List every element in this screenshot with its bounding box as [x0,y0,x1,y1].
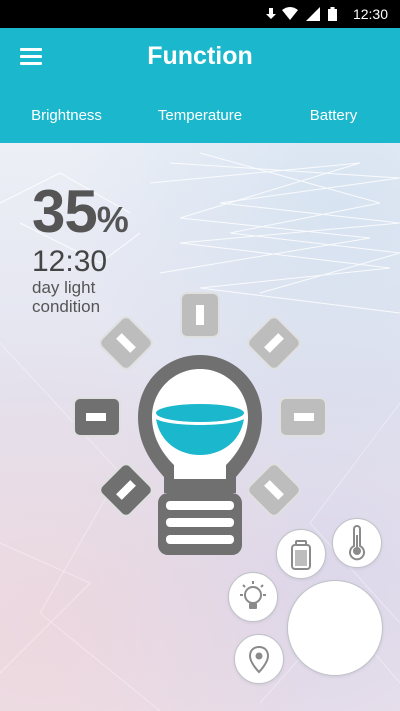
tab-brightness[interactable]: Brightness [0,88,133,143]
reading-time: 12:30 [32,245,108,278]
brightness-value: 35 [32,178,98,245]
light-bulb-icon [73,292,327,555]
app-bar: Function [0,28,400,88]
percent-unit: % [96,199,129,240]
status-bar: 12:30 [0,0,400,28]
battery-icon [328,7,337,21]
battery-fab[interactable] [276,529,326,579]
location-pin-icon [248,645,270,674]
signal-icon [306,7,320,21]
tab-bar: Brightness Temperature Battery [0,88,400,231]
tab-battery[interactable]: Battery [267,88,400,143]
download-arrow-icon [266,8,276,19]
wifi-icon [282,7,298,20]
bulb-body [138,355,262,555]
status-time: 12:30 [352,6,388,22]
main-action-button[interactable] [287,580,383,676]
brightness-percentage: 35% [32,182,129,242]
location-fab[interactable] [234,634,284,684]
brightness-fab[interactable] [228,572,278,622]
thermometer-fab[interactable] [332,518,382,568]
page-title: Function [147,42,253,70]
thermometer-icon [349,525,365,561]
battery-icon [291,540,311,570]
light-bulb-icon [240,581,266,609]
tab-temperature[interactable]: Temperature [133,88,267,143]
